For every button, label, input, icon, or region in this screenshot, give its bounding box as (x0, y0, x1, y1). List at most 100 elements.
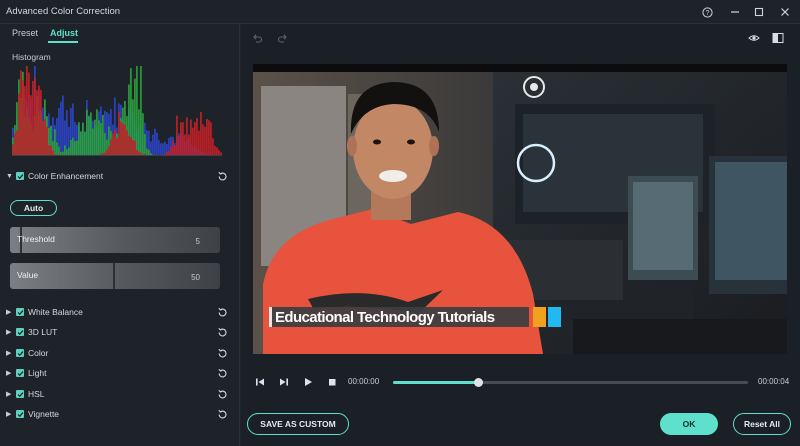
auto-button[interactable]: Auto (10, 200, 57, 216)
histogram-bar (140, 66, 142, 156)
histogram-bar (162, 143, 164, 156)
histogram-bar (210, 122, 212, 156)
histogram-bar (72, 137, 74, 156)
section-color-enhancement[interactable]: ▼ Color Enhancement (0, 168, 240, 184)
playback-scrubber-handle[interactable] (473, 378, 483, 387)
close-icon[interactable] (772, 0, 798, 24)
section-label: White Balance (28, 307, 83, 317)
histogram-bar (196, 118, 198, 156)
active-tab-indicator (48, 41, 78, 43)
reset-icon[interactable] (216, 408, 228, 420)
hsl-checkbox[interactable] (16, 390, 24, 398)
histogram-bar (202, 124, 204, 156)
value-slider-handle[interactable] (113, 263, 115, 289)
threshold-slider[interactable]: Threshold 5 (10, 227, 220, 253)
histogram-bar (12, 144, 14, 156)
chevron-right-icon[interactable]: ▶ (6, 349, 11, 357)
section-light[interactable]: ▶ Light (0, 365, 240, 381)
histogram-bar (74, 141, 76, 156)
reset-icon[interactable] (216, 170, 228, 182)
reset-icon[interactable] (216, 388, 228, 400)
step-forward-icon[interactable] (278, 376, 290, 388)
value-label: Value (17, 270, 39, 280)
value-slider[interactable]: Value 50 (10, 263, 220, 289)
histogram-bar (200, 111, 202, 156)
lower-third-title: Educational Technology Tutorials (269, 307, 561, 327)
histogram-bar (212, 138, 214, 156)
histogram-bar (110, 139, 112, 156)
reset-all-button[interactable]: Reset All (733, 413, 791, 435)
save-as-custom-button[interactable]: SAVE AS CUSTOM (247, 413, 349, 435)
light-checkbox[interactable] (16, 369, 24, 377)
section-color[interactable]: ▶ Color (0, 345, 240, 361)
histogram-bar (158, 140, 160, 156)
stop-icon[interactable] (326, 376, 338, 388)
help-icon[interactable]: ? (694, 0, 720, 24)
histogram-bar (136, 66, 138, 156)
play-icon[interactable] (302, 376, 314, 388)
reset-icon[interactable] (216, 367, 228, 379)
chevron-right-icon[interactable]: ▶ (6, 390, 11, 398)
tab-bar: Preset Adjust (0, 24, 240, 44)
histogram-bar (190, 119, 192, 156)
chevron-right-icon[interactable]: ▶ (6, 328, 11, 336)
section-label: HSL (28, 389, 45, 399)
video-preview: Educational Technology Tutorials (253, 64, 787, 354)
histogram-bar (130, 136, 132, 156)
histogram-bar (64, 145, 66, 156)
minimize-icon[interactable] (722, 0, 748, 24)
preview-panel: Educational Technology Tutorials 00:00:0… (241, 24, 800, 446)
histogram-bar (76, 140, 78, 156)
histogram-bar (134, 140, 136, 156)
histogram-bar (156, 132, 158, 156)
chevron-right-icon[interactable]: ▶ (6, 369, 11, 377)
section-white-balance[interactable]: ▶ White Balance (0, 304, 240, 320)
histogram-bar (60, 101, 62, 156)
section-hsl[interactable]: ▶ HSL (0, 386, 240, 402)
histogram-bar (172, 140, 174, 156)
histogram-bar (20, 70, 22, 156)
chevron-down-icon[interactable]: ▼ (6, 173, 13, 180)
adjust-panel: Preset Adjust Histogram ▼ Color Enhancem… (0, 24, 240, 446)
ok-button[interactable]: OK (660, 413, 718, 435)
section-label: 3D LUT (28, 327, 58, 337)
reset-icon[interactable] (216, 326, 228, 338)
histogram-bar (214, 145, 216, 156)
color-enhancement-checkbox[interactable] (16, 172, 24, 180)
histogram-bar (56, 142, 58, 156)
eye-icon[interactable] (748, 32, 760, 44)
histogram-bar (126, 130, 128, 156)
playback-progress-track[interactable] (393, 378, 748, 387)
section-vignette[interactable]: ▶ Vignette (0, 406, 240, 422)
histogram-bar (170, 146, 172, 156)
histogram-bar (178, 136, 180, 156)
section-3d-lut[interactable]: ▶ 3D LUT (0, 324, 240, 340)
reset-icon[interactable] (216, 306, 228, 318)
histogram-bar (144, 133, 146, 156)
histogram-bar (54, 129, 56, 156)
chevron-right-icon[interactable]: ▶ (6, 410, 11, 418)
histogram-bar (40, 89, 42, 156)
tab-adjust[interactable]: Adjust (50, 28, 78, 38)
histogram-bar (38, 85, 40, 156)
redo-icon[interactable] (277, 32, 289, 44)
histogram-bar (206, 119, 208, 156)
end-time: 00:00:04 (758, 377, 790, 386)
color-checkbox[interactable] (16, 349, 24, 357)
chevron-right-icon[interactable]: ▶ (6, 308, 11, 316)
compare-view-icon[interactable] (772, 32, 784, 44)
histogram-bar (104, 133, 106, 156)
reset-icon[interactable] (216, 347, 228, 359)
title-bar: Advanced Color Correction ? (0, 0, 800, 24)
3d-lut-checkbox[interactable] (16, 328, 24, 336)
undo-icon[interactable] (251, 32, 263, 44)
white-balance-checkbox[interactable] (16, 308, 24, 316)
maximize-icon[interactable] (746, 0, 772, 24)
step-back-icon[interactable] (254, 376, 266, 388)
vignette-checkbox[interactable] (16, 410, 24, 418)
histogram-bar (116, 137, 118, 156)
value-value: 50 (191, 273, 200, 282)
histogram-bar (128, 135, 130, 156)
tab-preset[interactable]: Preset (12, 28, 38, 38)
histogram-bar (30, 95, 32, 156)
